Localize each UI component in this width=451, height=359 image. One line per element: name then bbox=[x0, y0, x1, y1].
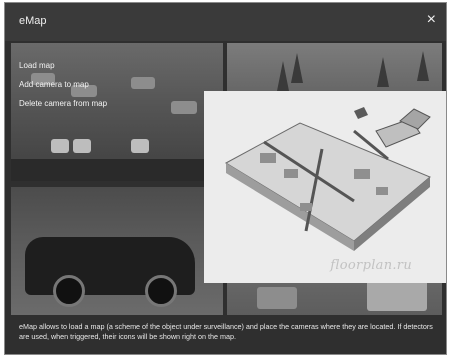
window-title: eMap bbox=[19, 15, 47, 27]
load-map-link[interactable]: Load map bbox=[19, 61, 107, 70]
close-icon[interactable]: × bbox=[427, 10, 436, 30]
emap-window: eMap × Load map Add camera to map Delete… bbox=[4, 2, 447, 355]
delete-camera-link[interactable]: Delete camera from map bbox=[19, 99, 107, 108]
camera-view-street[interactable] bbox=[11, 187, 223, 315]
add-camera-link[interactable]: Add camera to map bbox=[19, 80, 107, 89]
floor-plan-image bbox=[224, 107, 431, 251]
emap-menu: Load map Add camera to map Delete camera… bbox=[19, 61, 107, 118]
floor-plan-map[interactable]: floorplan.ru bbox=[204, 91, 446, 283]
description-text: eMap allows to load a map (a scheme of t… bbox=[19, 322, 433, 341]
title-bar: eMap × bbox=[5, 3, 446, 41]
watermark-text: floorplan.ru bbox=[330, 258, 412, 273]
